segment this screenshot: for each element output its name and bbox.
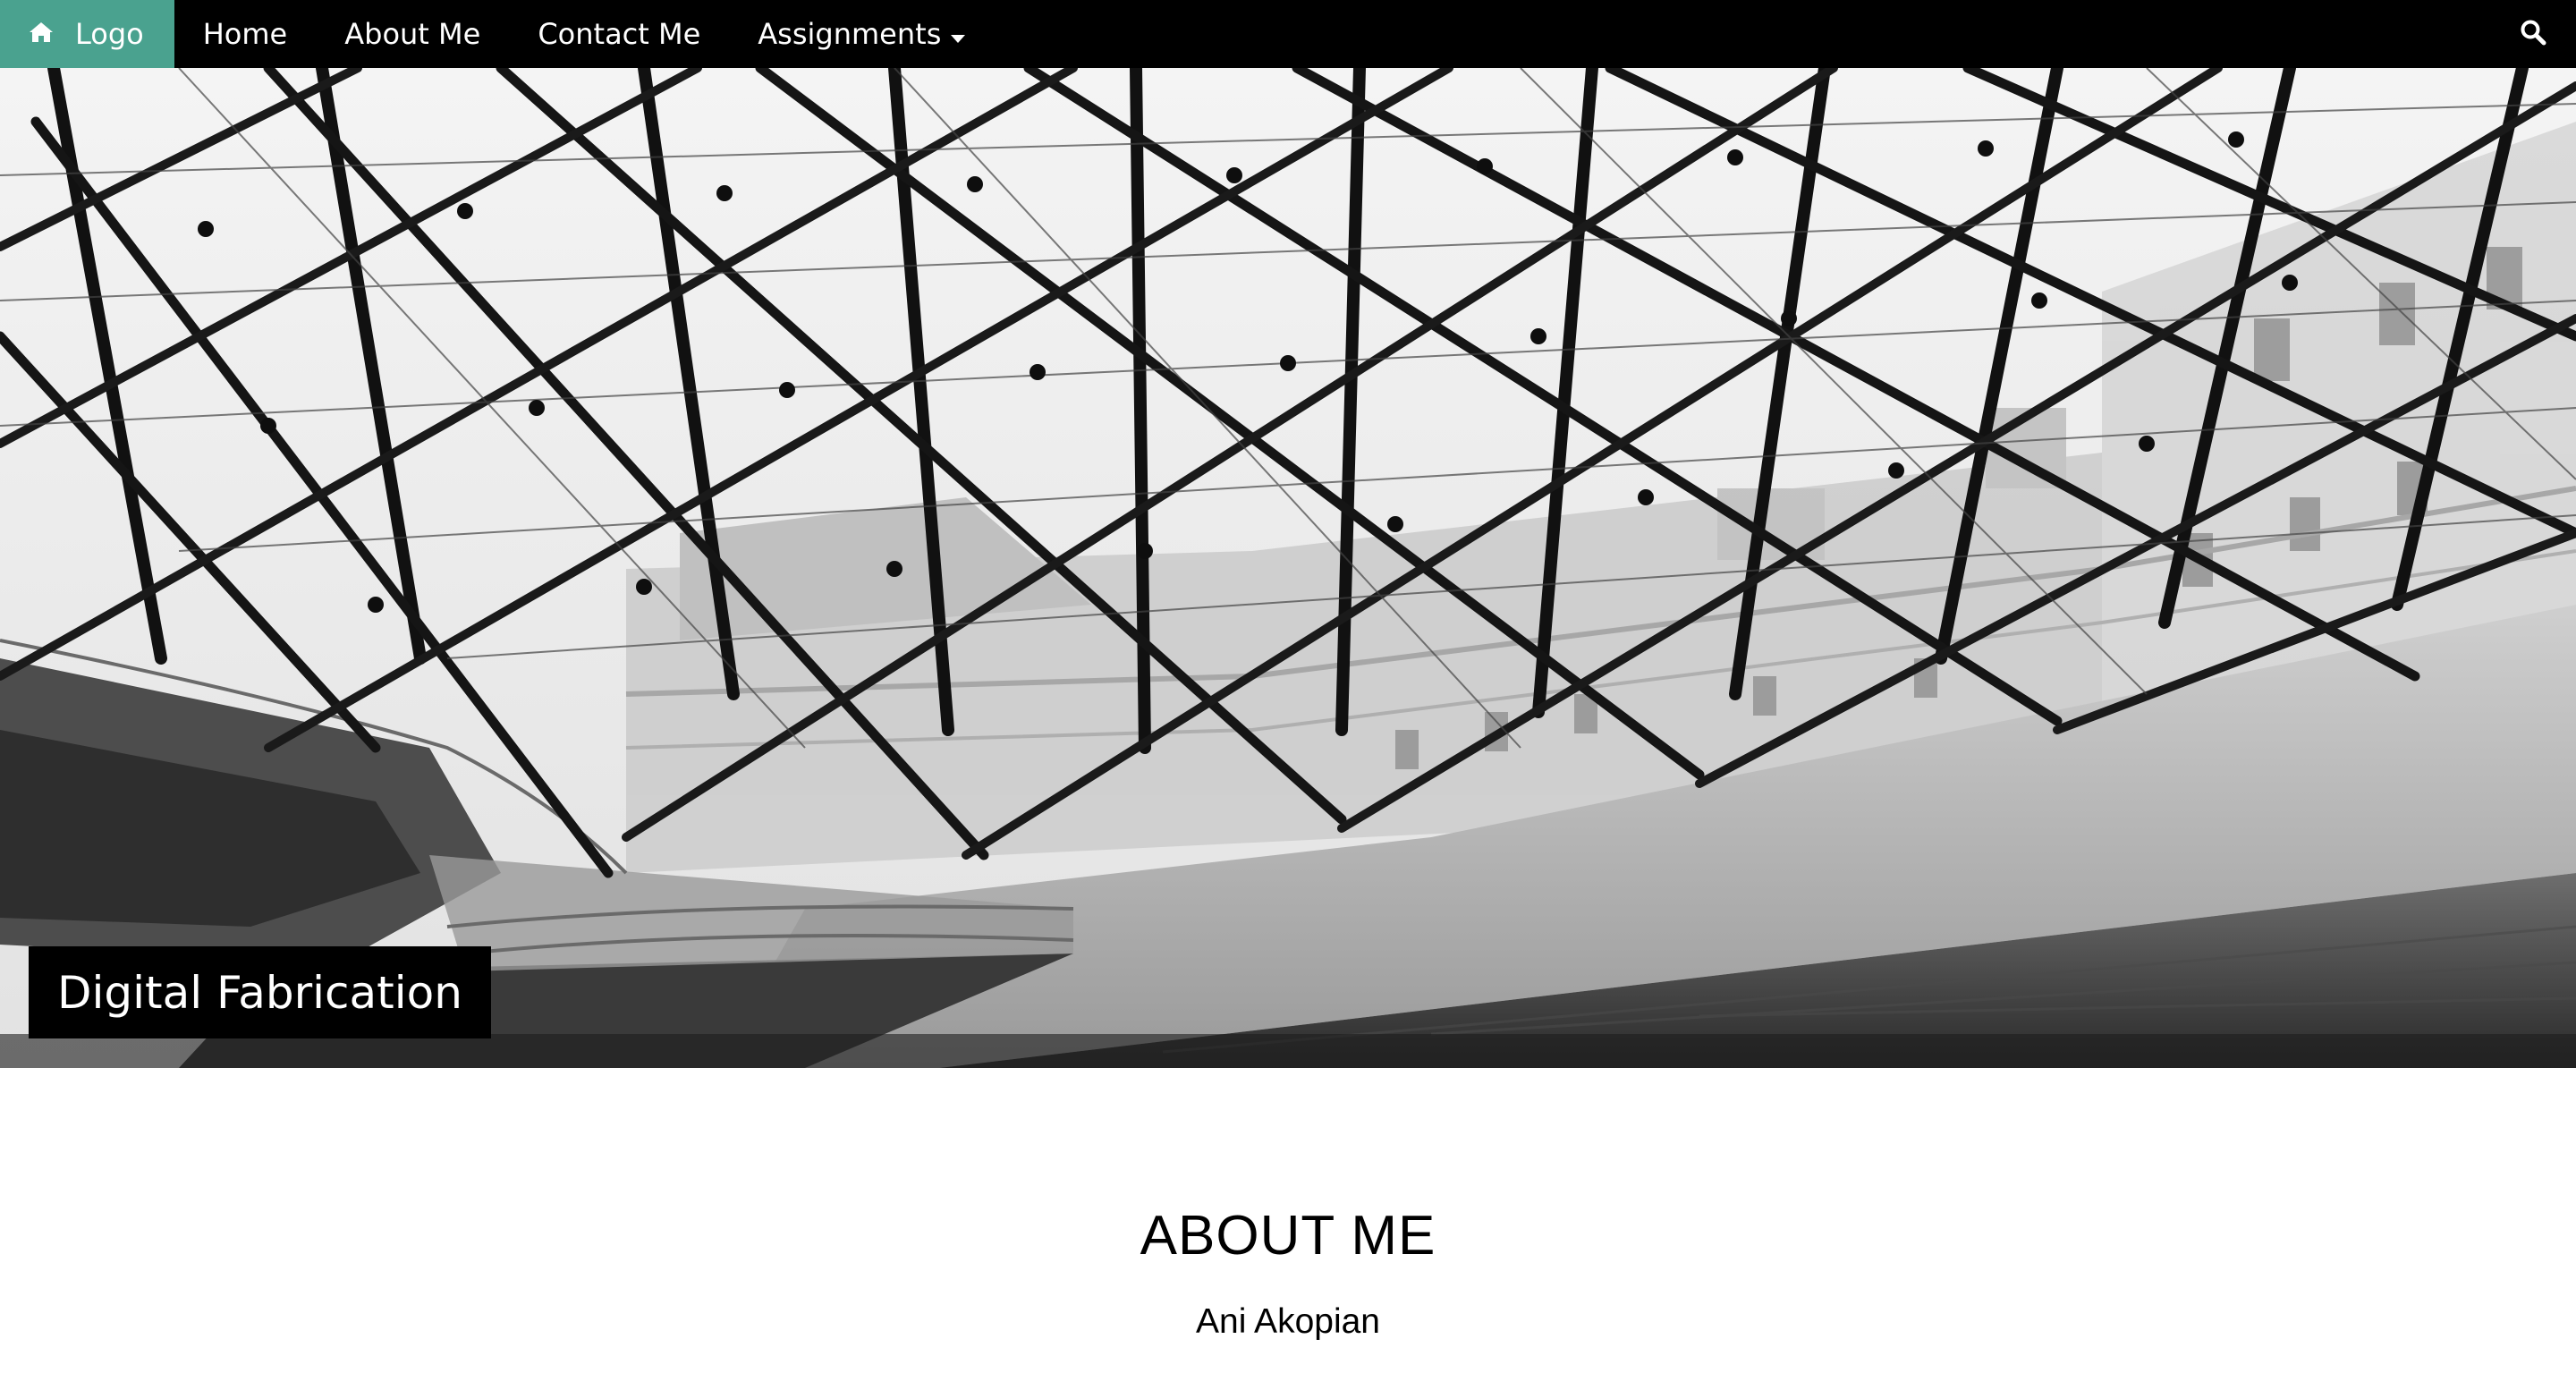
nav-item-label: About Me <box>344 17 481 51</box>
nav-item-about-me[interactable]: About Me <box>316 0 509 68</box>
caret-down-icon <box>950 17 966 51</box>
about-subtitle: Ani Akopian <box>1196 1302 1380 1341</box>
logo-link[interactable]: Logo <box>0 0 174 68</box>
about-title: ABOUT ME <box>1140 1205 1436 1267</box>
logo-label: Logo <box>75 17 144 51</box>
nav-item-assignments-dropdown[interactable]: Assignments <box>729 0 995 68</box>
cutoff-text-fragment: ▬▬ ▬▬▬▬ ▬▬ ▬▬▬▬▬ ▬▬▬ ▬▬▬▬ ▬▬▬▬▬▬ ▬▬▬ ▬▬▬… <box>36 1380 2540 1390</box>
top-navigation-bar: Logo Home About Me Contact Me Assignment… <box>0 0 2576 68</box>
hero-image <box>0 68 2576 1068</box>
nav-item-label: Home <box>202 17 288 51</box>
nav-item-home[interactable]: Home <box>174 0 317 68</box>
nav-item-contact-me[interactable]: Contact Me <box>509 0 729 68</box>
search-button[interactable] <box>2490 0 2576 68</box>
hero-caption: Digital Fabrication <box>29 946 491 1038</box>
nav-item-label: Contact Me <box>538 17 701 51</box>
nav-item-label: Assignments <box>758 17 942 51</box>
search-icon <box>2520 19 2546 49</box>
hero-banner: Digital Fabrication <box>0 68 2576 1068</box>
home-icon <box>29 17 54 51</box>
about-text-cutoff: ▬▬ ▬▬▬▬ ▬▬ ▬▬▬▬▬ ▬▬▬ ▬▬▬▬ ▬▬▬▬▬▬ ▬▬▬ ▬▬▬… <box>36 1377 2540 1390</box>
